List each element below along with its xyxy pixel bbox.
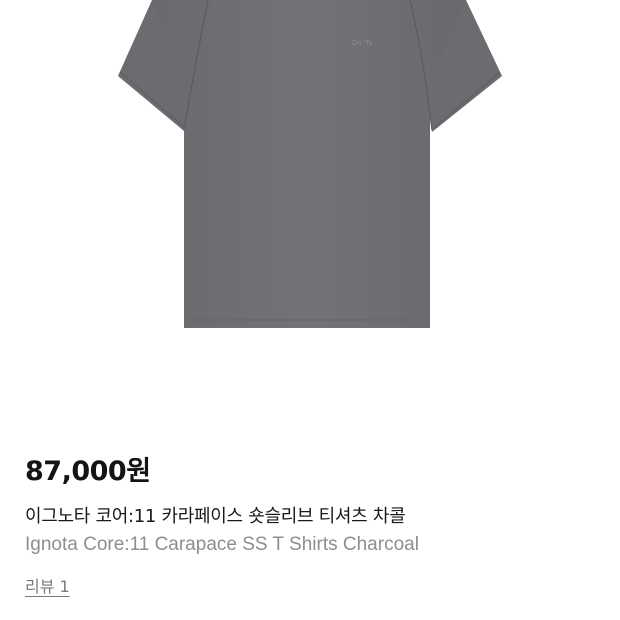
review-count-link[interactable]: 리뷰 1 bbox=[25, 576, 70, 598]
product-name-korean: 이그노타 코어:11 카라페이스 숏슬리브 티셔츠 차콜 bbox=[25, 506, 406, 527]
tshirt-photo: Dn°Ts bbox=[118, 0, 502, 328]
product-image[interactable]: Dn°Ts bbox=[0, 0, 620, 430]
product-name-english: Ignota Core:11 Carapace SS T Shirts Char… bbox=[25, 534, 419, 555]
chest-logo: Dn°Ts bbox=[352, 39, 372, 47]
product-info: 87,000원 이그노타 코어:11 카라페이스 숏슬리브 티셔츠 차콜 Ign… bbox=[25, 452, 595, 598]
product-price: 87,000원 bbox=[25, 456, 151, 487]
